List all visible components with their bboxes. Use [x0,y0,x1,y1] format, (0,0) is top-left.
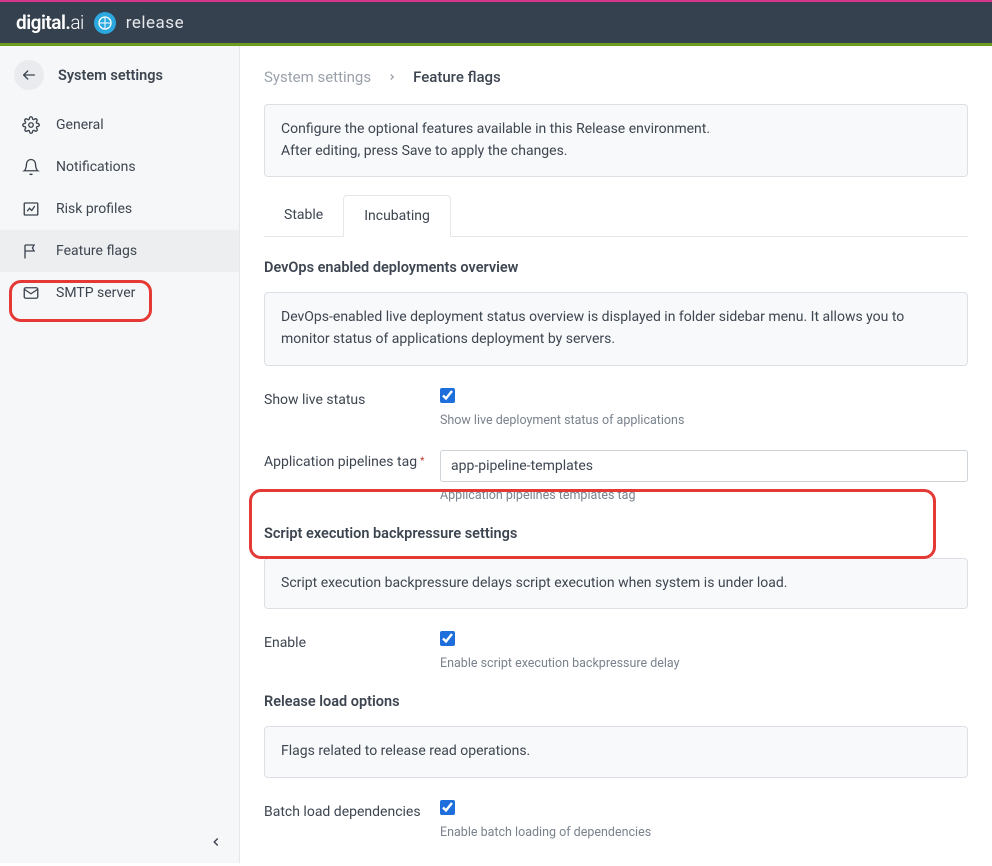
show-live-status-checkbox[interactable] [440,388,455,403]
field-label: Enable [264,631,440,654]
intro-line-2: After editing, press Save to apply the c… [281,141,951,163]
brand-logo: digital.ai [16,11,84,34]
sidebar-item-label: General [56,117,104,133]
sidebar-item-feature-flags[interactable]: Feature flags [0,230,239,272]
breadcrumb-parent[interactable]: System settings [264,68,371,86]
sidebar-title: System settings [58,67,163,84]
content-area: System settings Feature flags Configure … [240,46,992,863]
section-title: DevOps enabled deployments overview [264,259,968,276]
section-backpressure: Script execution backpressure settings S… [264,525,968,672]
release-icon [94,12,116,34]
field-app-pipelines-tag: Application pipelines tag* Application p… [264,450,968,503]
brand-primary: digital [16,11,65,34]
required-marker: * [420,456,424,467]
brand-suffix: ai [70,11,83,34]
field-label: Application pipelines tag* [264,450,440,473]
sidebar-item-notifications[interactable]: Notifications [0,146,239,188]
sidebar-item-label: Feature flags [56,243,137,259]
field-help: Enable script execution backpressure del… [440,656,968,671]
section-info: DevOps-enabled live deployment status ov… [264,292,968,365]
sidebar-item-smtp-server[interactable]: SMTP server [0,272,239,314]
breadcrumb-current: Feature flags [413,68,501,86]
field-show-live-status: Show live status Show live deployment st… [264,388,968,428]
sidebar-collapse-button[interactable] [0,824,239,863]
sidebar-header: System settings [0,46,239,104]
section-info: Flags related to release read operations… [264,726,968,778]
gear-icon [22,116,40,134]
breadcrumb: System settings Feature flags [240,46,992,104]
field-help: Application pipelines templates tag [440,488,968,503]
flag-icon [22,242,40,260]
topbar: digital.ai release [0,2,992,46]
field-batch-load: Batch load dependencies Enable batch loa… [264,800,968,840]
field-label: Batch load dependencies [264,800,440,823]
field-label: Show live status [264,388,440,411]
tab-stable[interactable]: Stable [264,195,343,236]
sidebar-item-risk-profiles[interactable]: Risk profiles [0,188,239,230]
mail-icon [22,284,40,302]
product-name: release [126,13,184,33]
field-label-text: Application pipelines tag [264,454,417,470]
sidebar: System settings General Notifications Ri… [0,46,240,863]
intro-info-box: Configure the optional features availabl… [264,104,968,177]
logo-area: digital.ai release [16,11,184,34]
risk-icon [22,200,40,218]
tab-incubating[interactable]: Incubating [343,195,451,237]
app-pipelines-tag-input[interactable] [440,450,968,482]
sidebar-item-label: Risk profiles [56,201,132,217]
tabs: Stable Incubating [264,195,968,237]
section-title: Release load options [264,693,968,710]
chevron-right-icon [387,72,397,82]
field-help: Enable batch loading of dependencies [440,825,968,840]
batch-load-checkbox[interactable] [440,800,455,815]
section-info: Script execution backpressure delays scr… [264,558,968,610]
back-button[interactable] [14,60,44,90]
sidebar-item-label: SMTP server [56,285,135,301]
section-release-load: Release load options Flags related to re… [264,693,968,840]
intro-line-1: Configure the optional features availabl… [281,119,951,141]
field-help: Show live deployment status of applicati… [440,413,968,428]
sidebar-item-general[interactable]: General [0,104,239,146]
sidebar-item-label: Notifications [56,159,136,175]
section-devops: DevOps enabled deployments overview DevO… [264,259,968,502]
bell-icon [22,158,40,176]
field-enable-backpressure: Enable Enable script execution backpress… [264,631,968,671]
section-title: Script execution backpressure settings [264,525,968,542]
enable-backpressure-checkbox[interactable] [440,631,455,646]
